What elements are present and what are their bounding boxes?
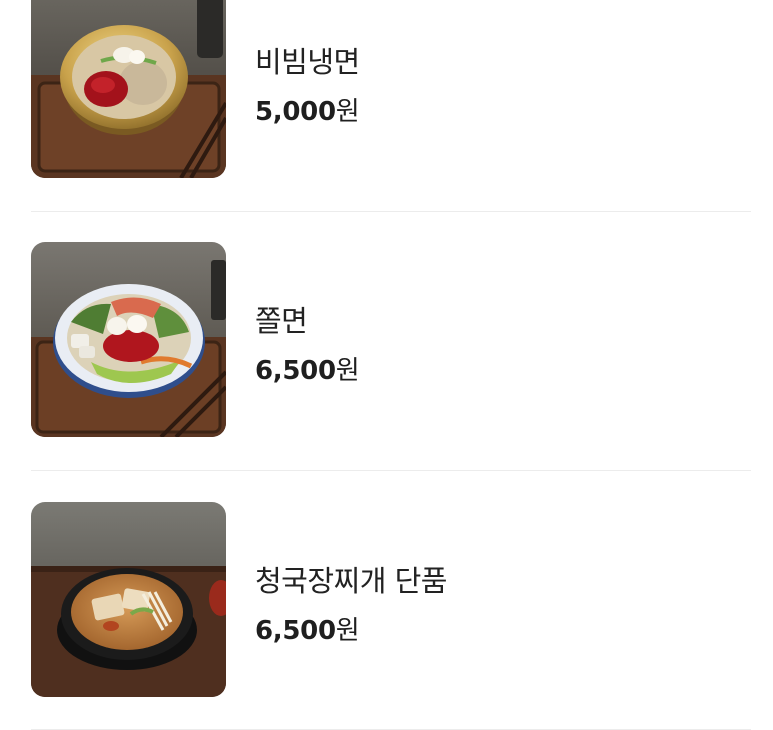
divider (31, 470, 751, 471)
price-unit: 원 (335, 97, 360, 127)
menu-item-price: 6,500원 (255, 610, 360, 647)
cheonggukjang-stew-photo (31, 502, 226, 697)
price-value: 6,500 (255, 356, 336, 386)
price-value: 5,000 (255, 97, 336, 127)
divider (31, 211, 751, 212)
menu-item-name: 쫄면 (255, 304, 308, 338)
menu-item-name: 청국장찌개 단품 (255, 564, 447, 598)
menu-list: 비빔냉면 5,000원 쫄면 6,500원 청국장찌개 단품 6,500원 (0, 0, 773, 730)
menu-item-cheonggukjang[interactable]: 청국장찌개 단품 6,500원 (31, 502, 751, 697)
bibim-naengmyeon-photo (31, 0, 226, 178)
menu-item-price: 5,000원 (255, 91, 360, 128)
price-unit: 원 (335, 616, 360, 646)
price-value: 6,500 (255, 616, 336, 646)
menu-item-jjolmyeon[interactable]: 쫄면 6,500원 (31, 242, 751, 437)
jjolmyeon-photo (31, 242, 226, 437)
price-unit: 원 (335, 356, 360, 386)
menu-item-price: 6,500원 (255, 350, 360, 387)
menu-item-bibim-naengmyeon[interactable]: 비빔냉면 5,000원 (31, 0, 751, 178)
menu-item-name: 비빔냉면 (255, 45, 360, 79)
